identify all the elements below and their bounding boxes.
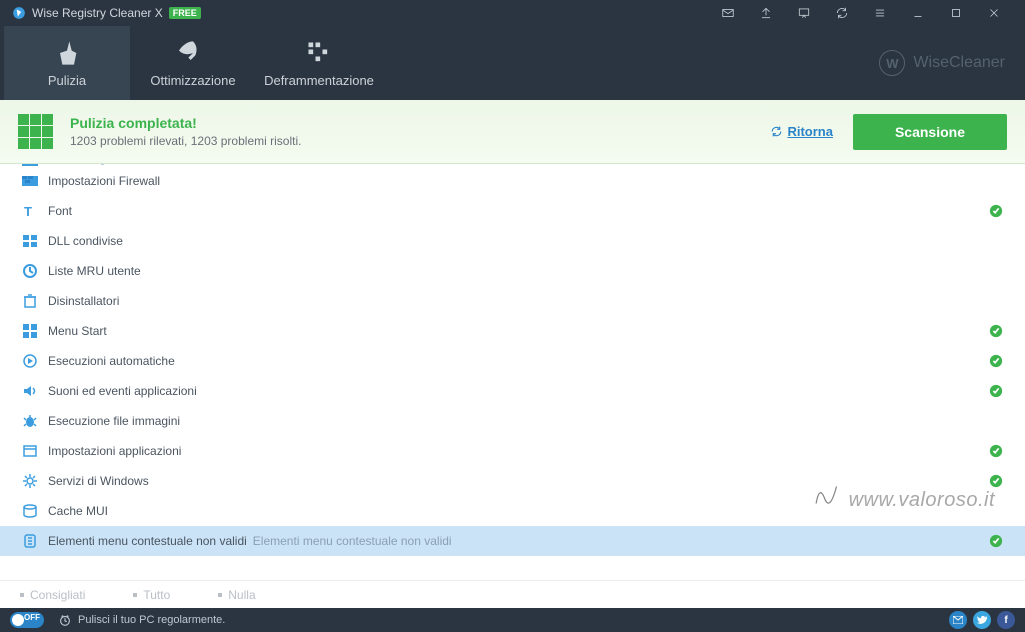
list-item[interactable]: DLL condivise [0, 226, 1025, 256]
list-item[interactable]: Impostazioni applicazioni [0, 436, 1025, 466]
list-item[interactable]: Esecuzioni automatiche [0, 346, 1025, 376]
minimize-button[interactable] [899, 0, 937, 26]
broom-icon [53, 39, 81, 67]
brand-logo: W WiseCleaner [879, 50, 1005, 76]
appsettings-icon [22, 443, 38, 459]
social-twitter[interactable] [973, 611, 991, 629]
rocket-icon [179, 39, 207, 67]
filter-bar: Consigliati Tutto Nulla [0, 580, 1025, 608]
brand-icon: W [879, 50, 905, 76]
list-item[interactable]: T Font [0, 196, 1025, 226]
row-label: Cache MUI [48, 504, 108, 518]
startmenu-icon [22, 323, 38, 339]
list-item[interactable]: Menu Start [0, 316, 1025, 346]
footer-text: Pulisci il tuo PC regolarmente. [78, 614, 225, 626]
row-label: Elementi menu contestuale non validi [48, 534, 247, 548]
app-title: Wise Registry Cleaner X [32, 6, 163, 20]
filter-tutto[interactable]: Tutto [133, 588, 170, 602]
font-icon: T [22, 203, 38, 219]
check-icon [989, 324, 1003, 338]
defrag-icon [305, 39, 333, 67]
check-icon [989, 474, 1003, 488]
mail-icon[interactable] [709, 0, 747, 26]
tab-label: Ottimizzazione [150, 73, 235, 88]
row-detail: Elementi menu contestuale non validi [253, 534, 452, 548]
mru-icon [22, 263, 38, 279]
check-icon [989, 204, 1003, 218]
list-item[interactable]: Esecuzione file immagini [0, 406, 1025, 436]
tab-pulizia[interactable]: Pulizia [4, 26, 130, 100]
row-label: Esecuzione file immagini [48, 414, 180, 428]
tab-ottimizzazione[interactable]: Ottimizzazione [130, 26, 256, 100]
titlebar: Wise Registry Cleaner X FREE [0, 0, 1025, 26]
row-label: Servizi di Windows [48, 474, 149, 488]
check-icon [989, 354, 1003, 368]
maximize-button[interactable] [937, 0, 975, 26]
row-label: File della guida [48, 164, 129, 165]
grid-icon [18, 114, 54, 150]
brand-text: WiseCleaner [913, 54, 1005, 72]
list-item[interactable]: Elementi menu contestuale non validi Ele… [0, 526, 1025, 556]
list-item[interactable]: Liste MRU utente [0, 256, 1025, 286]
firewall-icon [22, 173, 38, 189]
check-icon [989, 384, 1003, 398]
uninstall-icon [22, 293, 38, 309]
list-item[interactable]: Impostazioni Firewall [0, 166, 1025, 196]
banner-subtitle: 1203 problemi rilevati, 1203 problemi ri… [70, 134, 770, 148]
row-label: Menu Start [48, 324, 107, 338]
row-label: Font [48, 204, 72, 218]
row-label: Esecuzioni automatiche [48, 354, 175, 368]
feedback-icon[interactable] [785, 0, 823, 26]
clock-icon [58, 613, 72, 627]
social-facebook[interactable]: f [997, 611, 1015, 629]
row-label: Liste MRU utente [48, 264, 141, 278]
filter-label: Consigliati [30, 588, 85, 602]
gear-icon [22, 473, 38, 489]
refresh-icon[interactable] [823, 0, 861, 26]
tab-label: Pulizia [48, 73, 86, 88]
schedule-toggle[interactable]: OFF [10, 612, 44, 628]
footer-bar: OFF Pulisci il tuo PC regolarmente. f [0, 608, 1025, 632]
row-label: DLL condivise [48, 234, 123, 248]
banner-title: Pulizia completata! [70, 115, 770, 131]
list-item[interactable]: Servizi di Windows [0, 466, 1025, 496]
row-label: Suoni ed eventi applicazioni [48, 384, 197, 398]
row-label: Impostazioni applicazioni [48, 444, 181, 458]
close-button[interactable] [975, 0, 1013, 26]
return-label: Ritorna [787, 124, 833, 139]
check-icon [989, 534, 1003, 548]
filter-label: Nulla [228, 588, 255, 602]
menu-icon[interactable] [861, 0, 899, 26]
help-icon [22, 164, 38, 166]
contextmenu-icon [22, 533, 38, 549]
sound-icon [22, 383, 38, 399]
list-item[interactable]: Disinstallatori [0, 286, 1025, 316]
filter-consigliati[interactable]: Consigliati [20, 588, 85, 602]
autorun-icon [22, 353, 38, 369]
refresh-icon [770, 125, 783, 138]
toggle-label: OFF [24, 613, 40, 622]
dll-icon [22, 233, 38, 249]
filter-nulla[interactable]: Nulla [218, 588, 255, 602]
svg-text:T: T [24, 204, 32, 219]
tab-deframmentazione[interactable]: Deframmentazione [256, 26, 382, 100]
check-icon [989, 444, 1003, 458]
bug-icon [22, 413, 38, 429]
results-list[interactable]: File della guida Impostazioni Firewall T… [0, 164, 1025, 580]
cache-icon [22, 503, 38, 519]
free-badge: FREE [169, 7, 201, 19]
filter-label: Tutto [143, 588, 170, 602]
list-item[interactable]: Cache MUI [0, 496, 1025, 526]
social-mail[interactable] [949, 611, 967, 629]
list-item[interactable]: Suoni ed eventi applicazioni [0, 376, 1025, 406]
main-tabs: Pulizia Ottimizzazione Deframmentazione … [0, 26, 1025, 100]
app-icon [12, 6, 26, 20]
scan-button[interactable]: Scansione [853, 114, 1007, 150]
status-banner: Pulizia completata! 1203 problemi rileva… [0, 100, 1025, 164]
tab-label: Deframmentazione [264, 73, 374, 88]
upgrade-icon[interactable] [747, 0, 785, 26]
row-label: Disinstallatori [48, 294, 119, 308]
row-label: Impostazioni Firewall [48, 174, 160, 188]
return-link[interactable]: Ritorna [770, 124, 833, 139]
